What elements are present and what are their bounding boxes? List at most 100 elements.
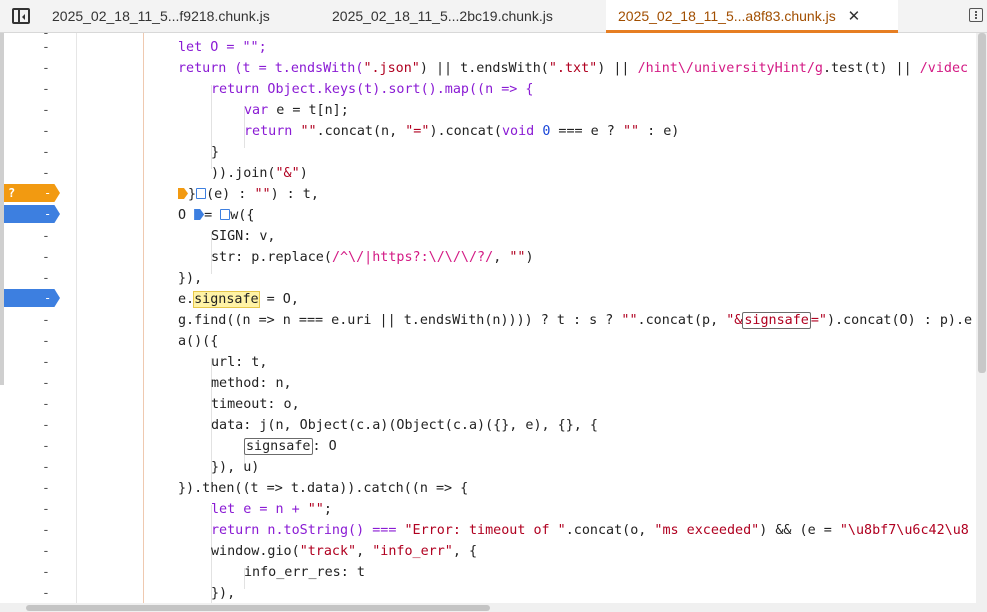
code-token: "info_err" xyxy=(372,544,453,559)
line-marker[interactable]: - xyxy=(42,499,50,520)
code-text: }), xyxy=(211,586,236,601)
code-token: , xyxy=(356,544,373,559)
line-marker[interactable]: - xyxy=(42,163,50,184)
code-token: "Error: timeout of " xyxy=(404,523,566,538)
line-marker: - xyxy=(44,291,52,305)
line-marker[interactable]: - xyxy=(42,373,50,394)
code-token: "" xyxy=(307,502,324,517)
code-token: =" xyxy=(810,313,827,328)
code-token: .concat(n, xyxy=(316,124,406,139)
code-token: ) || xyxy=(597,61,638,76)
line-marker[interactable]: - xyxy=(42,226,50,247)
horizontal-scrollbar[interactable] xyxy=(0,603,987,612)
toggle-navigator-icon[interactable] xyxy=(12,8,30,24)
left-panel-scrollbar[interactable] xyxy=(0,33,4,385)
code-token: let O = ""; xyxy=(178,40,267,55)
code-line: - signsafe: O xyxy=(0,436,987,457)
code-token: .concat(o, xyxy=(565,523,655,538)
line-marker[interactable]: - xyxy=(42,247,50,268)
line-marker[interactable]: - xyxy=(42,562,50,583)
code-token: "" xyxy=(254,187,271,202)
tab-label: 2025_02_18_11_5...2bc19.chunk.js xyxy=(332,8,553,24)
code-text: O = w({ xyxy=(178,205,254,226)
more-tabs-icon[interactable] xyxy=(969,8,983,22)
line-marker[interactable]: - xyxy=(42,478,50,499)
code-token: ) && (e = xyxy=(759,523,840,538)
line-marker[interactable]: - xyxy=(42,58,50,79)
code-line: - a()({ xyxy=(0,331,987,352)
code-text: }), xyxy=(178,271,203,286)
code-token: return (t = t.endsWith( xyxy=(178,61,364,76)
line-marker[interactable]: - xyxy=(42,121,50,142)
inline-breakpoint-icon[interactable] xyxy=(178,188,188,199)
breakpoint-marker[interactable]: - xyxy=(4,205,60,223)
code-token: = xyxy=(204,208,221,223)
inline-breakpoint-icon[interactable] xyxy=(220,209,231,220)
code-text: } xyxy=(211,145,220,160)
code-line: - timeout: o, xyxy=(0,394,987,415)
code-text: } (e) : "") : t, xyxy=(178,184,319,205)
code-text: window.gio("track", "info_err", { xyxy=(211,541,477,562)
code-token: .concat(p, xyxy=(637,313,727,328)
code-text: SIGN: v, xyxy=(211,229,276,244)
code-token: "" xyxy=(621,313,638,328)
line-marker[interactable]: - xyxy=(42,541,50,562)
code-line: - let O = ""; xyxy=(0,37,987,58)
code-token: return n.toString() === xyxy=(211,523,405,538)
question-icon: ? xyxy=(8,186,16,200)
line-marker[interactable]: - xyxy=(42,394,50,415)
horizontal-scrollbar-thumb[interactable] xyxy=(26,605,490,611)
code-line: - return "".concat(n, "=").concat(void 0… xyxy=(0,121,987,142)
code-line: - g.find((n => n === e.uri || t.endsWith… xyxy=(0,310,987,331)
code-line: - SIGN: v, xyxy=(0,226,987,247)
conditional-breakpoint-marker[interactable]: ? - xyxy=(4,184,60,202)
line-marker[interactable]: - xyxy=(42,520,50,541)
line-marker[interactable]: - xyxy=(42,583,50,603)
line-marker[interactable]: - xyxy=(42,352,50,373)
code-line: - data: j(n, Object(c.a)(Object(c.a)({},… xyxy=(0,415,987,436)
line-marker: - xyxy=(44,207,52,221)
code-text: timeout: o, xyxy=(211,397,300,412)
code-token: var xyxy=(244,103,269,118)
code-text: )).join("&") xyxy=(211,163,308,184)
code-token: "" xyxy=(622,124,640,139)
line-marker[interactable]: - xyxy=(42,142,50,163)
code-text: info_err_res: t xyxy=(244,565,365,580)
line-marker[interactable]: - xyxy=(42,268,50,289)
code-token: window.gio( xyxy=(211,544,300,559)
code-token: "\u8bf7\u6c42\u8 xyxy=(839,523,969,538)
line-marker[interactable]: - xyxy=(42,79,50,100)
code-text: data: j(n, Object(c.a)(Object(c.a)({}, e… xyxy=(211,418,598,433)
tab-file-1[interactable]: 2025_02_18_11_5...f9218.chunk.js xyxy=(40,0,322,33)
code-token: ) || t.endsWith( xyxy=(419,61,549,76)
code-token: let e = n + xyxy=(211,502,308,517)
line-marker[interactable]: - xyxy=(42,310,50,331)
code-text: signsafe: O xyxy=(244,436,337,457)
line-marker[interactable]: - xyxy=(42,100,50,121)
tab-file-2[interactable]: 2025_02_18_11_5...2bc19.chunk.js xyxy=(322,0,602,33)
code-token: void xyxy=(502,124,535,139)
code-text: return "".concat(n, "=").concat(void 0 =… xyxy=(244,121,679,142)
tab-file-3-active[interactable]: 2025_02_18_11_5...a8f83.chunk.js ✕ xyxy=(606,0,898,33)
code-text: str: p.replace(/^\/|https?:\/\/\/?/, "") xyxy=(211,247,534,268)
code-token: /videc xyxy=(919,61,969,76)
line-marker[interactable]: - xyxy=(42,436,50,457)
code-token: "=" xyxy=(405,124,430,139)
line-marker[interactable]: - xyxy=(42,457,50,478)
code-text: return (t = t.endsWith(".json") || t.end… xyxy=(178,58,968,79)
code-editor[interactable]: - - let O = ""; - return (t = t.endsWith… xyxy=(0,33,987,603)
inline-breakpoint-icon[interactable] xyxy=(194,209,205,220)
code-token: (e) : xyxy=(206,187,255,202)
line-marker[interactable]: - xyxy=(42,415,50,436)
code-token: "& xyxy=(726,313,743,328)
code-text: var e = t[n]; xyxy=(244,100,349,121)
code-line: - }).then((t => t.data)).catch((n => { xyxy=(0,478,987,499)
code-token: e = t[n]; xyxy=(268,103,349,118)
close-tab-icon[interactable]: ✕ xyxy=(848,0,861,33)
line-marker[interactable]: - xyxy=(42,331,50,352)
vertical-scrollbar-thumb[interactable] xyxy=(978,33,986,373)
line-marker[interactable]: - xyxy=(42,37,50,58)
breakpoint-marker[interactable]: - xyxy=(4,289,60,307)
inline-breakpoint-icon[interactable] xyxy=(196,188,207,199)
code-line: - )).join("&") xyxy=(0,163,987,184)
